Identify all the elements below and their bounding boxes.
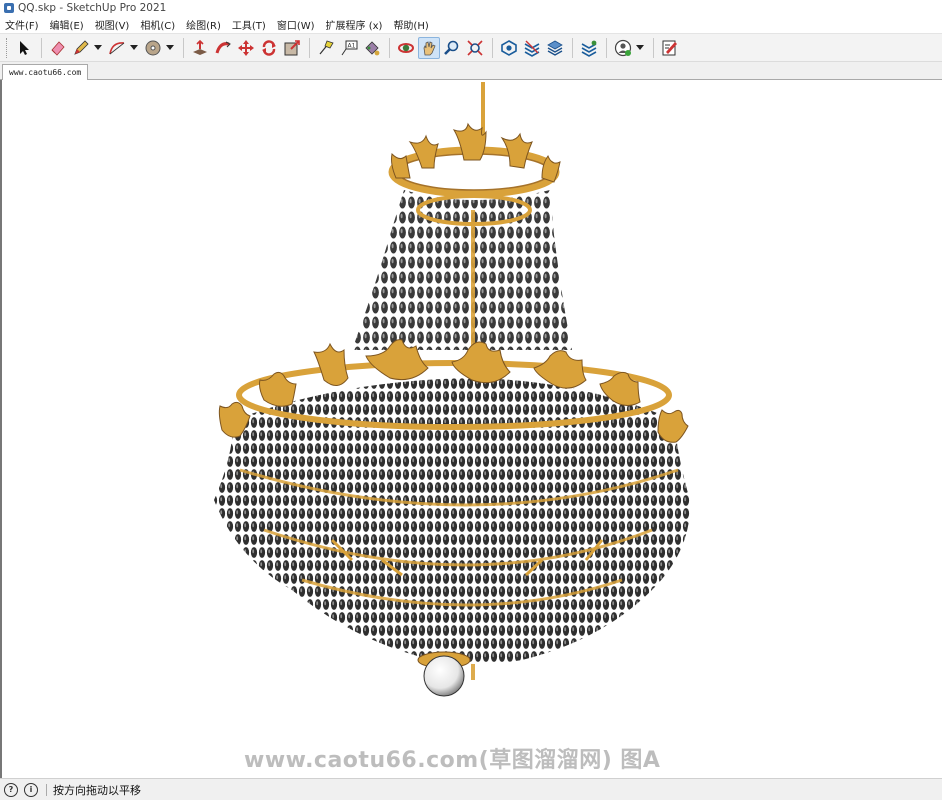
main-toolbar: A1 [0, 33, 942, 62]
zoom-tool-button[interactable] [441, 37, 463, 59]
arc-tool-button[interactable] [106, 37, 128, 59]
push-pull-tool-button[interactable] [189, 37, 211, 59]
shape-tool-button[interactable] [142, 37, 164, 59]
tape-measure-tool-button[interactable] [315, 37, 337, 59]
shape-dropdown-chevron-icon[interactable] [165, 37, 175, 59]
feedback-tool-button[interactable] [659, 37, 681, 59]
sketchup-app-icon [4, 3, 14, 13]
eraser-tool-button[interactable] [47, 37, 69, 59]
pan-tool-button[interactable] [418, 36, 440, 59]
account-dropdown-chevron-icon[interactable] [635, 37, 645, 59]
menu-edit[interactable]: 编辑(E) [50, 17, 84, 32]
toolbar-separator [389, 37, 390, 58]
drawing-viewport[interactable] [0, 80, 942, 778]
menu-draw[interactable]: 绘图(R) [186, 17, 221, 32]
layers-stack-icon [547, 40, 563, 56]
layout-send-tool-button[interactable] [544, 37, 566, 59]
status-hint: 按方向拖动以平移 [53, 783, 141, 797]
paint-bucket-icon [365, 40, 380, 55]
watermark-text: www.caotu66.com(草图溜溜网) 图A [244, 748, 661, 773]
extension-manager-icon [581, 40, 597, 57]
circle-shape-icon [145, 40, 161, 55]
user-account-icon [614, 39, 632, 56]
menu-file[interactable]: 文件(F) [5, 17, 39, 32]
rotate-tool-button[interactable] [258, 37, 280, 59]
scene-tab-strip: www.caotu66.com [0, 62, 942, 81]
menu-help[interactable]: 帮助(H) [393, 17, 428, 32]
warehouse-tool-button[interactable] [498, 37, 520, 59]
scene-tab[interactable]: www.caotu66.com [2, 64, 89, 81]
select-tool-button[interactable] [13, 37, 35, 59]
cursor-arrow-icon [20, 40, 29, 55]
toolbar-separator [183, 37, 184, 58]
toolbar-separator [606, 37, 607, 58]
push-pull-icon [193, 39, 207, 55]
eraser-icon [51, 40, 65, 56]
status-separator [46, 783, 47, 796]
3d-warehouse-icon [501, 39, 517, 56]
svg-text:A1: A1 [348, 42, 356, 49]
orbit-tool-button[interactable] [395, 37, 417, 59]
text-tool-button[interactable]: A1 [338, 37, 360, 59]
scale-tool-button[interactable] [281, 37, 303, 59]
instructor-info-icon[interactable]: i [24, 782, 38, 797]
text-label-icon: A1 [341, 40, 358, 55]
scale-icon [284, 39, 300, 55]
tape-measure-icon [319, 40, 334, 54]
arc-icon [109, 41, 125, 54]
menu-view[interactable]: 视图(V) [95, 17, 130, 32]
window-title: QQ.skp - SketchUp Pro 2021 [18, 2, 167, 14]
extension-warehouse-tool-button[interactable] [521, 37, 543, 59]
rotate-arrows-icon [262, 39, 276, 56]
pan-hand-icon [423, 40, 436, 55]
toolbar-separator [309, 37, 310, 58]
move-cross-arrows-icon [238, 39, 254, 56]
title-bar: QQ.skp - SketchUp Pro 2021 [0, 0, 942, 16]
follow-me-tool-button[interactable] [212, 37, 234, 59]
feedback-note-icon [662, 40, 677, 55]
follow-me-icon [215, 41, 231, 53]
pencil-icon [74, 39, 89, 55]
menu-camera[interactable]: 相机(C) [140, 17, 175, 32]
pencil-dropdown-chevron-icon[interactable] [93, 37, 103, 59]
menu-window[interactable]: 窗口(W) [277, 17, 315, 32]
zoom-extents-tool-button[interactable] [464, 37, 486, 59]
account-tool-button[interactable] [612, 37, 634, 59]
paint-bucket-tool-button[interactable] [361, 37, 383, 59]
pencil-tool-button[interactable] [70, 37, 92, 59]
move-tool-button[interactable] [235, 37, 257, 59]
orbit-icon [398, 42, 414, 53]
toolbar-separator [653, 37, 654, 58]
toolbar-separator [41, 37, 42, 58]
extension-manager-tool-button[interactable] [578, 37, 600, 59]
zoom-magnifier-icon [444, 40, 459, 55]
menu-tools[interactable]: 工具(T) [232, 17, 266, 32]
menu-extensions[interactable]: 扩展程序 (x) [326, 17, 383, 32]
chandelier-model [214, 82, 691, 697]
geolocation-icon[interactable]: ? [4, 782, 18, 797]
toolbar-separator [572, 37, 573, 58]
zoom-extents-icon [467, 39, 483, 56]
toolbar-separator [492, 37, 493, 58]
status-bar: ? i 按方向拖动以平移 [0, 778, 942, 800]
extension-warehouse-icon [524, 40, 540, 57]
toolbar-grip[interactable] [6, 37, 9, 58]
arc-dropdown-chevron-icon[interactable] [129, 37, 139, 59]
menu-bar: 文件(F) 编辑(E) 视图(V) 相机(C) 绘图(R) 工具(T) 窗口(W… [0, 16, 942, 33]
